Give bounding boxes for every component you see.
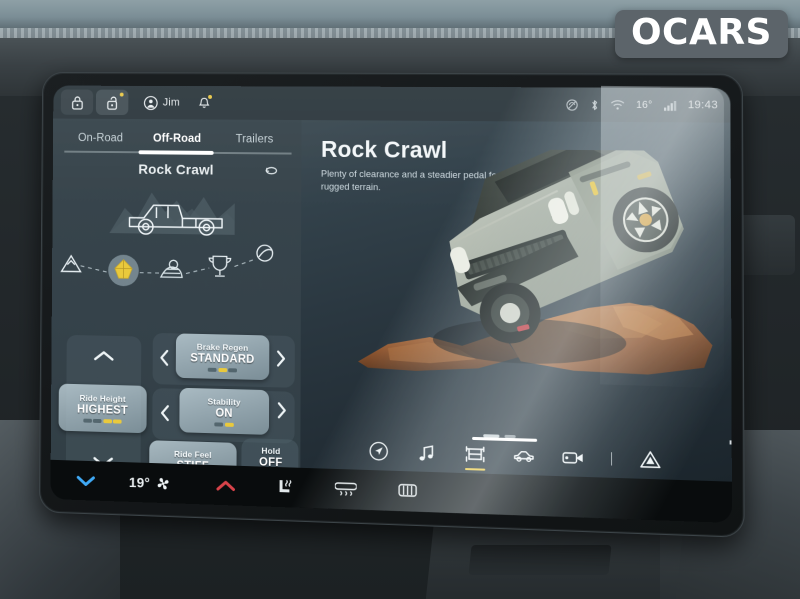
infotainment-screen[interactable]: Jim 16° 19:43 On-Road Off-Road Trailers …: [50, 85, 732, 523]
sand-dune-icon: [161, 260, 182, 277]
heated-seat-button[interactable]: [276, 477, 296, 498]
rear-defrost-button[interactable]: [397, 482, 419, 501]
notifications-button[interactable]: [197, 94, 212, 110]
stability-next-icon[interactable]: [276, 401, 288, 419]
selected-mode-header: Rock Crawl: [53, 160, 302, 178]
lock-open-button[interactable]: [95, 89, 129, 116]
temp-increase-button[interactable]: [215, 478, 237, 492]
tab-on-road[interactable]: On-Road: [62, 128, 138, 151]
console-tray: [468, 545, 612, 575]
brake-regen-prev-icon[interactable]: [158, 349, 170, 367]
drive-mode-tabs: On-Road Off-Road Trailers: [53, 119, 302, 153]
ride-height-label: Ride Height: [79, 392, 126, 405]
trophy-rally-icon: [209, 256, 230, 276]
selected-mode-title: Rock Crawl: [138, 161, 214, 178]
lock-open-icon: [106, 95, 118, 110]
cabin-temperature[interactable]: 19°: [129, 474, 150, 491]
drive-mode-panel: On-Road Off-Road Trailers Rock Crawl Rid…: [50, 118, 302, 490]
brake-regen-card[interactable]: Brake Regen STANDARD: [175, 333, 270, 381]
tab-active-indicator: [138, 150, 214, 155]
brake-regen-label: Brake Regen: [196, 341, 249, 353]
ride-height-value: HIGHEST: [77, 403, 129, 417]
temp-decrease-button[interactable]: [75, 474, 96, 487]
brake-regen-segments: [207, 367, 237, 372]
profile-name: Jim: [162, 96, 180, 109]
chevron-up-icon[interactable]: [93, 349, 114, 362]
mountain-icon: [62, 256, 81, 272]
lock-closed-icon: [71, 95, 83, 110]
status-bar: Jim 16° 19:43: [53, 85, 731, 123]
mode-detail-panel: Rock Crawl Plenty of clearance and a ste…: [300, 120, 732, 482]
stability-value: ON: [215, 407, 233, 420]
no-signal-icon: [565, 98, 578, 111]
dock-camera-button[interactable]: [561, 446, 584, 469]
dock-media-button[interactable]: [415, 441, 437, 464]
unlock-status-dot: [119, 92, 124, 97]
clock: 19:43: [687, 99, 718, 112]
user-circle-icon: [144, 95, 158, 110]
front-defrost-button[interactable]: [334, 480, 357, 499]
car-profile-icon: [512, 447, 534, 464]
bluetooth-icon: [590, 98, 599, 111]
music-note-icon: [416, 443, 436, 463]
dock-hazard-button[interactable]: [638, 448, 661, 471]
vehicle-hero-illustration: [357, 148, 713, 377]
hold-label: Hold: [261, 445, 281, 457]
ride-height-card[interactable]: Ride Height HIGHEST: [58, 383, 147, 434]
vehicle-chassis-icon: [463, 444, 485, 465]
dock-vehicle-button[interactable]: [512, 444, 534, 467]
hazard-warning-icon: [639, 450, 660, 469]
dock-drive-modes-button[interactable]: [463, 443, 485, 471]
lock-button-group: [60, 89, 129, 116]
camera-icon: [561, 449, 584, 465]
stability-prev-icon[interactable]: [159, 404, 171, 422]
stability-segments: [214, 421, 234, 427]
stability-label: Stability: [207, 395, 241, 407]
navigation-icon: [368, 441, 388, 462]
tab-off-road[interactable]: Off-Road: [139, 129, 216, 152]
brake-regen-value: STANDARD: [190, 351, 255, 366]
notification-badge-dot: [207, 94, 212, 99]
fan-icon[interactable]: [156, 476, 171, 491]
stability-card[interactable]: Stability ON: [179, 387, 270, 435]
status-indicators: 16° 19:43: [565, 98, 718, 112]
dock-handle[interactable]: [472, 436, 538, 442]
drift-icon: [257, 245, 273, 261]
ride-feel-label: Ride Feel: [174, 448, 212, 460]
dock-divider: [610, 451, 612, 466]
reset-loop-icon[interactable]: [263, 164, 280, 177]
tab-trailers[interactable]: Trailers: [216, 129, 294, 152]
dock-active-underline: [464, 467, 485, 471]
outside-temperature: 16°: [636, 99, 653, 111]
lock-closed-button[interactable]: [60, 89, 94, 115]
wifi-icon: [610, 99, 624, 110]
dock-navigation-button[interactable]: [367, 440, 389, 463]
watermark-text: OCARS: [630, 12, 772, 53]
mode-carousel: [52, 232, 301, 287]
profile-button[interactable]: Jim: [144, 95, 180, 110]
mode-artwork: [52, 178, 301, 292]
ride-height-segments: [83, 418, 122, 424]
watermark-logo: OCARS: [614, 10, 788, 58]
brake-regen-next-icon[interactable]: [275, 350, 287, 368]
cellular-signal-icon: [663, 99, 677, 111]
